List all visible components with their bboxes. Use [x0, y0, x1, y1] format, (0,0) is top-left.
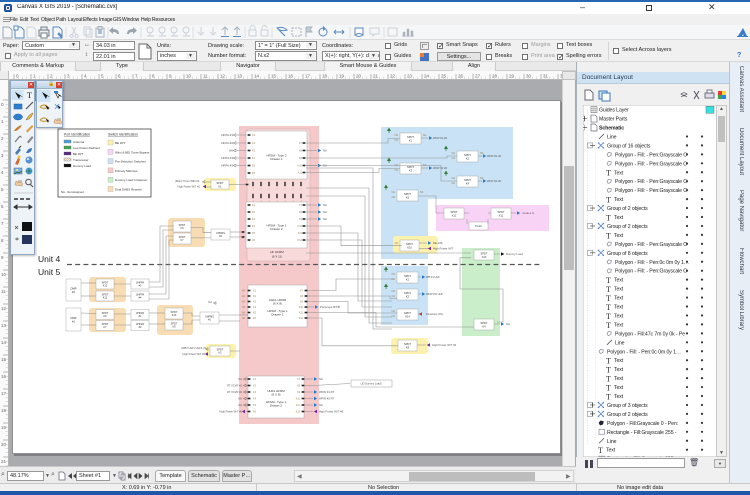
svg-text:Line: Line: [615, 340, 625, 346]
svg-text:Text: Text: [614, 278, 624, 284]
svg-text:BE W/T: BE W/T: [73, 152, 84, 156]
svg-text:Group of 2 objects: Group of 2 objects: [607, 206, 648, 212]
svg-text:T: T: [606, 231, 611, 240]
svg-text:Text: Text: [614, 385, 624, 391]
svg-text:T: T: [27, 91, 32, 100]
svg-text:Dual DABS Receive: Dual DABS Receive: [115, 188, 142, 192]
svg-text:Low Power Redirect: Low Power Redirect: [73, 146, 100, 150]
svg-text:Schematic: Schematic: [599, 126, 624, 132]
svg-text:Text: Text: [614, 322, 624, 328]
svg-text:Group of 2 objects: Group of 2 objects: [607, 224, 648, 230]
svg-text:(Mini & BE) Tuner Bypass: (Mini & BE) Tuner Bypass: [115, 150, 150, 154]
svg-text:Guides Layer: Guides Layer: [599, 108, 629, 114]
svg-text:Text: Text: [614, 197, 624, 203]
svg-text:Text: Text: [614, 376, 624, 382]
svg-text:Group of 8 objects: Group of 8 objects: [607, 251, 648, 257]
svg-text:Text: Text: [614, 215, 624, 221]
svg-text:Text: Text: [614, 313, 624, 319]
svg-text:T: T: [606, 213, 611, 222]
svg-text:Dummy Load: Dummy Load: [73, 164, 91, 168]
svg-text:NA - Not Assigned: NA - Not Assigned: [61, 190, 84, 194]
svg-text:Text: Text: [614, 358, 624, 364]
svg-text:T: T: [606, 366, 611, 375]
svg-text:Group of 2 objects: Group of 2 objects: [607, 412, 648, 418]
svg-text:T: T: [606, 303, 611, 312]
svg-text:Text: Text: [606, 448, 616, 454]
svg-text:Port Identification: Port Identification: [64, 133, 90, 137]
svg-text:T: T: [606, 169, 611, 178]
svg-text:Group of 3 objects: Group of 3 objects: [607, 403, 648, 409]
svg-text:Polygon - Fill: - Pen:Grayscal: Polygon - Fill: - Pen:Grayscale C: [615, 179, 687, 185]
svg-text:Polygon - Fill: - Pen:Grayscal: Polygon - Fill: - Pen:Grayscale C: [615, 152, 687, 158]
svg-text:Rectangle - Fill:Grayscale 255: Rectangle - Fill:Grayscale 255 -: [607, 430, 677, 436]
svg-text:Master Parts: Master Parts: [599, 117, 628, 123]
svg-text:Text: Text: [614, 296, 624, 302]
svg-text:Line: Line: [607, 439, 617, 445]
svg-text:Primary Matrices: Primary Matrices: [115, 169, 138, 173]
svg-text:T: T: [606, 321, 611, 330]
svg-text:Text: Text: [614, 394, 624, 400]
svg-text:Pre-Selection Switches: Pre-Selection Switches: [115, 160, 146, 164]
svg-text:Polygon - Fill:47c 7m 0y 0k -: Polygon - Fill:47c 7m 0y 0k - Pe: [615, 331, 685, 337]
svg-text:Transceiver: Transceiver: [73, 158, 89, 162]
svg-text:Polygon - Fill: - Pen:Grayscal: Polygon - Fill: - Pen:Grayscale C: [615, 269, 687, 275]
svg-text:T: T: [606, 276, 611, 285]
svg-text:Polygon - Fill: - Pen:0c 0m 0y: Polygon - Fill: - Pen:0c 0m 0y 1…: [615, 260, 689, 266]
svg-text:T: T: [606, 375, 611, 384]
svg-text:Text: Text: [614, 367, 624, 373]
svg-text:Group of 16 objects: Group of 16 objects: [607, 143, 651, 149]
svg-text:T: T: [606, 392, 611, 401]
svg-text:Switch Identification: Switch Identification: [108, 133, 138, 137]
svg-text:BE W/T: BE W/T: [115, 141, 126, 145]
svg-text:Text: Text: [614, 287, 624, 293]
svg-text:Dummy Load Crossover: Dummy Load Crossover: [115, 178, 147, 182]
svg-text:Text: Text: [614, 233, 624, 239]
svg-text:Polygon - Fill: - Pen:Grayscal: Polygon - Fill: - Pen:Grayscale C: [615, 242, 687, 248]
svg-text:Text: Text: [614, 170, 624, 176]
svg-text:T: T: [606, 285, 611, 294]
svg-text:Antenna: Antenna: [73, 140, 85, 144]
svg-text:T: T: [606, 383, 611, 392]
svg-text:T: T: [606, 357, 611, 366]
svg-text:Polygon - Fill: - Pen:Grayscal: Polygon - Fill: - Pen:Grayscale C: [615, 161, 687, 167]
svg-text:T: T: [606, 294, 611, 303]
svg-text:T: T: [598, 446, 603, 455]
svg-text:Polygon - Fill:Grayscale 0 - P: Polygon - Fill:Grayscale 0 - Pen:: [607, 421, 678, 427]
svg-text:T: T: [606, 312, 611, 321]
svg-text:Polygon - Fill: - Pen:0c 0m 0y: Polygon - Fill: - Pen:0c 0m 0y 1…: [607, 349, 681, 355]
svg-text:Text: Text: [614, 305, 624, 311]
svg-text:Line: Line: [607, 134, 617, 140]
svg-text:Polygon - Fill: - Pen:Grayscal: Polygon - Fill: - Pen:Grayscale C: [615, 188, 687, 194]
svg-text:T: T: [606, 196, 611, 205]
